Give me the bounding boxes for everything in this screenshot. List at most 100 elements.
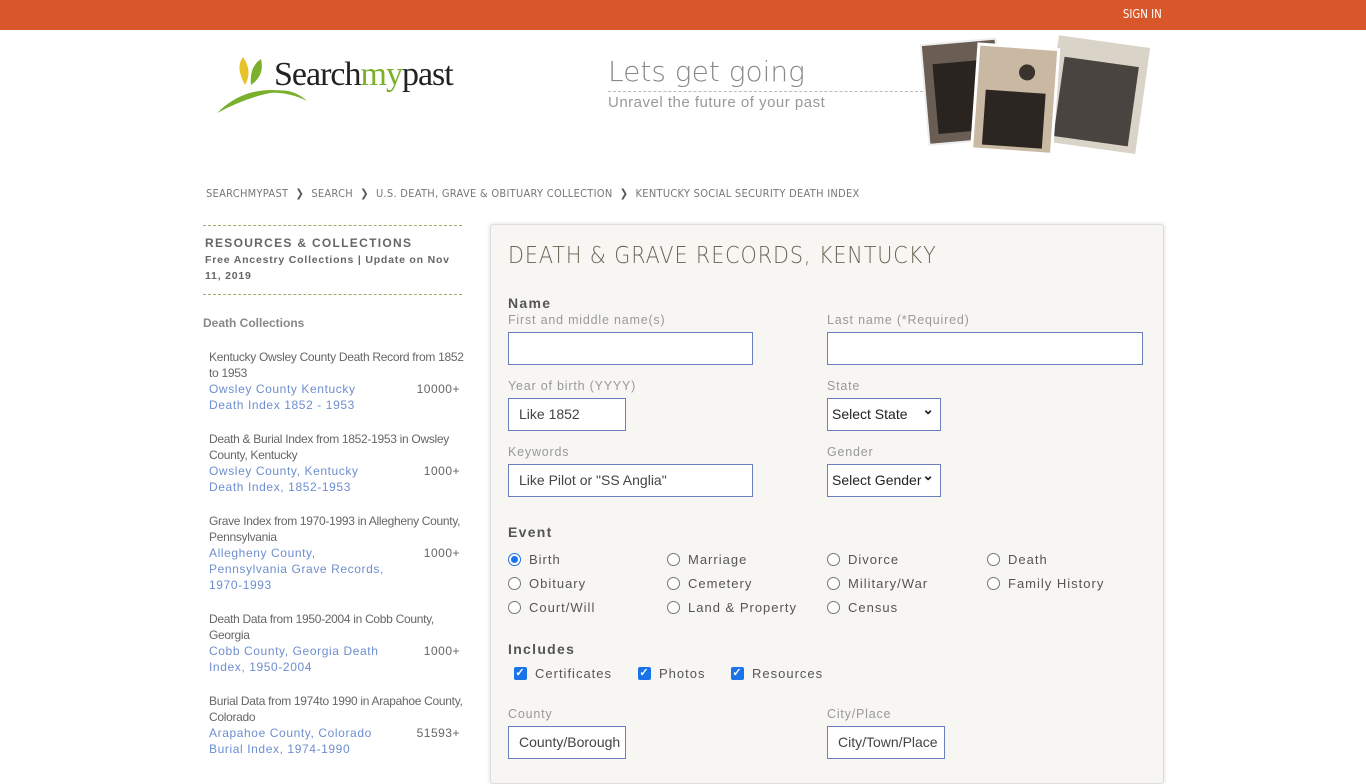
event-section-label: Event — [508, 524, 553, 540]
breadcrumb-current[interactable]: KENTUCKY SOCIAL SECURITY DEATH INDEX — [636, 187, 860, 200]
radio-label: Military/War — [848, 576, 929, 591]
item-link[interactable]: Cobb County, Georgia Death Index, 1950-2… — [209, 643, 384, 675]
list-item: Kentucky Owsley County Death Record from… — [209, 349, 464, 413]
tagline: Lets get going — [608, 55, 805, 88]
checkmark-icon[interactable]: ✓ — [731, 667, 744, 680]
last-name-input[interactable] — [827, 332, 1143, 365]
logo-text: Searchmypast — [274, 56, 454, 93]
state-label: State — [827, 379, 861, 393]
item-title: Grave Index from 1970-1993 in Allegheny … — [209, 514, 461, 544]
gender-select[interactable]: Select Gender — [827, 460, 941, 497]
radio-label: Obituary — [529, 576, 587, 591]
list-item: Grave Index from 1970-1993 in Allegheny … — [209, 513, 464, 593]
radio-marriage[interactable]: Marriage — [667, 552, 747, 567]
radio-divorce[interactable]: Divorce — [827, 552, 899, 567]
last-name-label: Last name (*Required) — [827, 313, 970, 327]
checkmark-icon[interactable]: ✓ — [638, 667, 651, 680]
search-form-panel — [490, 224, 1164, 784]
radio-birth[interactable]: Birth — [508, 552, 561, 567]
checkbox-certificates[interactable]: ✓ Certificates — [514, 666, 612, 681]
radio-census[interactable]: Census — [827, 600, 898, 615]
radio-icon[interactable] — [827, 553, 840, 566]
item-link[interactable]: Owsley County, Kentucky Death Index, 185… — [209, 463, 384, 495]
sidebar-title: RESOURCES & COLLECTIONS — [205, 236, 413, 250]
item-title: Burial Data from 1974to 1990 in Arapahoe… — [209, 694, 463, 724]
first-name-input[interactable] — [508, 332, 753, 365]
city-label: City/Place — [827, 707, 892, 721]
chevron-right-icon: ❯ — [295, 187, 305, 200]
radio-icon[interactable] — [667, 577, 680, 590]
radio-label: Cemetery — [688, 576, 753, 591]
subtagline: Unravel the future of your past — [608, 94, 826, 111]
item-title: Death & Burial Index from 1852-1953 in O… — [209, 432, 449, 462]
item-link[interactable]: Arapahoe County, Colorado Burial Index, … — [209, 725, 384, 757]
list-item: Death Data from 1950-2004 in Cobb County… — [209, 611, 464, 675]
radio-cemetery[interactable]: Cemetery — [667, 576, 752, 591]
checkbox-label: Photos — [659, 666, 706, 681]
divider — [608, 91, 928, 92]
radio-icon[interactable] — [667, 601, 680, 614]
keywords-input[interactable]: Like Pilot or "SS Anglia" — [508, 464, 753, 497]
item-title: Death Data from 1950-2004 in Cobb County… — [209, 612, 434, 642]
item-link[interactable]: Allegheny County, Pennsylvania Grave Rec… — [209, 545, 384, 593]
radio-icon[interactable] — [827, 601, 840, 614]
list-item: Death & Burial Index from 1852-1953 in O… — [209, 431, 464, 495]
radio-icon[interactable] — [508, 577, 521, 590]
radio-label: Family History — [1008, 576, 1105, 591]
radio-label: Census — [848, 600, 899, 615]
radio-land-property[interactable]: Land & Property — [667, 600, 797, 615]
form-title: DEATH & GRAVE RECORDS, KENTUCKY — [508, 243, 937, 269]
checkbox-photos[interactable]: ✓ Photos — [638, 666, 705, 681]
state-select[interactable]: Select State — [827, 394, 941, 431]
radio-icon[interactable] — [827, 577, 840, 590]
chevron-right-icon: ❯ — [619, 187, 629, 200]
sign-in-link[interactable]: SIGN IN — [1123, 7, 1162, 21]
radio-icon[interactable] — [987, 577, 1000, 590]
radio-label: Marriage — [688, 552, 748, 567]
radio-family-history[interactable]: Family History — [987, 576, 1104, 591]
includes-section-label: Includes — [508, 641, 576, 657]
radio-obituary[interactable]: Obituary — [508, 576, 586, 591]
radio-label: Birth — [529, 552, 561, 567]
city-input[interactable]: City/Town/Place — [827, 726, 945, 759]
item-count: 10000+ — [416, 382, 460, 396]
checkbox-label: Certificates — [535, 666, 613, 681]
radio-label: Court/Will — [529, 600, 596, 615]
section-heading: Death Collections — [203, 316, 305, 330]
checkmark-icon[interactable]: ✓ — [514, 667, 527, 680]
name-section-label: Name — [508, 295, 552, 311]
radio-label: Divorce — [848, 552, 900, 567]
county-label: County — [508, 707, 553, 721]
county-input[interactable]: County/Borough — [508, 726, 626, 759]
list-item: Burial Data from 1974to 1990 in Arapahoe… — [209, 693, 464, 757]
breadcrumb-collection[interactable]: U.S. DEATH, GRAVE & OBITUARY COLLECTION — [376, 187, 613, 200]
breadcrumb-searchmypast[interactable]: SEARCHMYPAST — [206, 187, 288, 200]
breadcrumb: SEARCHMYPAST ❯ SEARCH ❯ U.S. DEATH, GRAVE … — [206, 187, 860, 200]
family-photos-image — [920, 32, 1150, 157]
first-name-label: First and middle name(s) — [508, 313, 666, 327]
radio-icon[interactable] — [987, 553, 1000, 566]
checkbox-resources[interactable]: ✓ Resources — [731, 666, 823, 681]
keywords-label: Keywords — [508, 445, 570, 459]
year-label: Year of birth (YYYY) — [508, 379, 637, 393]
item-title: Kentucky Owsley County Death Record from… — [209, 350, 464, 380]
radio-death[interactable]: Death — [987, 552, 1048, 567]
chevron-right-icon: ❯ — [360, 187, 369, 200]
radio-icon[interactable] — [508, 601, 521, 614]
radio-label: Death — [1008, 552, 1048, 567]
checkbox-label: Resources — [752, 666, 824, 681]
breadcrumb-search[interactable]: SEARCH — [311, 187, 353, 200]
item-count: 51593+ — [416, 726, 460, 740]
item-count: 1000+ — [423, 546, 460, 560]
item-link[interactable]: Owsley County Kentucky Death Index 1852 … — [209, 381, 384, 413]
radio-military[interactable]: Military/War — [827, 576, 928, 591]
radio-label: Land & Property — [688, 600, 797, 615]
radio-icon[interactable] — [667, 553, 680, 566]
sidebar-subtitle: Free Ancestry Collections | Update on No… — [205, 254, 450, 282]
item-count: 1000+ — [423, 644, 460, 658]
gender-label: Gender — [827, 445, 874, 459]
radio-court-will[interactable]: Court/Will — [508, 600, 595, 615]
year-of-birth-input[interactable]: Like 1852 — [508, 398, 626, 431]
sidebar-header: RESOURCES & COLLECTIONS Free Ancestry Co… — [203, 225, 462, 295]
radio-selected-icon[interactable] — [508, 553, 521, 566]
